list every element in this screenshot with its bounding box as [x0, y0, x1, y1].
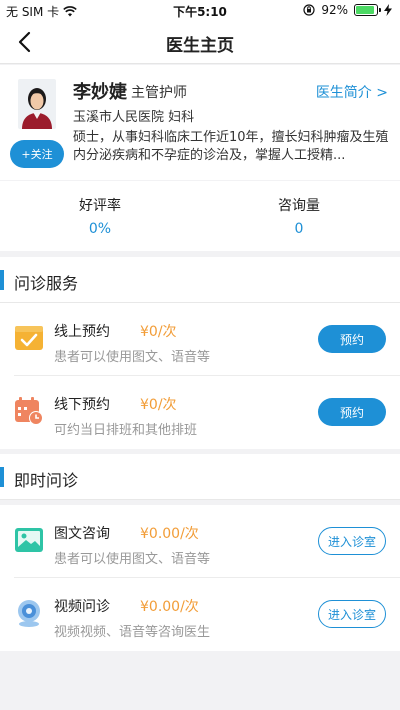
section-accent-bar [0, 270, 4, 290]
service-row-video-consult[interactable]: 视频问诊 ¥0.00/次 视频视频、语音等咨询医生 进入诊室 [14, 578, 400, 651]
appointment-service-list: 线上预约 ¥0/次 患者可以使用图文、语音等 预约 线下预约 ¥0/次 可约当日… [0, 303, 400, 449]
orientation-lock-icon [303, 4, 315, 16]
doctor-profile-card: +关注 李妙婕 主管护师 医生简介 > 玉溪市人民医院 妇科 硕士，从事妇科临床… [0, 65, 400, 180]
video-camera-icon [18, 600, 40, 627]
enter-room-image-button[interactable]: 进入诊室 [318, 527, 386, 555]
status-bar: 无 SIM 卡 下午5:10 92% [0, 0, 400, 20]
consult-label: 咨询量 [278, 198, 320, 214]
service-name: 线上预约 [54, 324, 110, 340]
doctor-title: 主管护师 [131, 85, 187, 101]
section-title: 即时问诊 [14, 471, 79, 490]
online-appointment-icon [15, 326, 43, 350]
service-row-online-appointment[interactable]: 线上预约 ¥0/次 患者可以使用图文、语音等 预约 [14, 303, 400, 376]
battery-percent: 92% [321, 3, 348, 17]
book-online-button[interactable]: 预约 [318, 325, 386, 353]
service-name: 线下预约 [54, 397, 110, 413]
consult-stat: 咨询量 0 [239, 195, 359, 237]
section-header-appointment: 问诊服务 [0, 257, 400, 303]
battery-icon [354, 4, 381, 16]
service-price: ¥0/次 [140, 397, 177, 413]
image-consult-icon [15, 528, 43, 552]
status-right: 92% [303, 3, 392, 17]
rating-label: 好评率 [79, 198, 121, 214]
stats-panel: 好评率 0% 咨询量 0 [0, 181, 400, 251]
section-title: 问诊服务 [14, 274, 79, 293]
service-desc: 患者可以使用图文、语音等 [54, 350, 211, 365]
battery-fill [356, 6, 375, 14]
doctor-avatar [18, 79, 56, 129]
service-desc: 视频视频、语音等咨询医生 [54, 625, 211, 640]
service-name: 视频问诊 [54, 599, 110, 615]
service-price: ¥0.00/次 [140, 599, 199, 615]
doctor-intro-link[interactable]: 医生简介 > [316, 82, 388, 102]
doctor-photo [18, 79, 56, 129]
charging-bolt-icon [384, 4, 392, 16]
service-desc: 可约当日排班和其他排班 [54, 423, 198, 438]
page-title: 医生主页 [166, 36, 234, 56]
consult-value: 0 [294, 221, 304, 237]
service-name: 图文咨询 [54, 526, 110, 542]
enter-room-video-button[interactable]: 进入诊室 [318, 600, 386, 628]
instant-service-list: 图文咨询 ¥0.00/次 患者可以使用图文、语音等 进入诊室 视频问诊 ¥0.0… [0, 505, 400, 651]
doctor-name: 李妙婕 [73, 82, 127, 103]
book-offline-button[interactable]: 预约 [318, 398, 386, 426]
service-price: ¥0.00/次 [140, 526, 199, 542]
service-row-offline-appointment[interactable]: 线下预约 ¥0/次 可约当日排班和其他排班 预约 [14, 376, 400, 449]
nav-bar: 医生主页 [0, 20, 400, 64]
follow-button[interactable]: +关注 [10, 140, 64, 168]
doctor-hospital: 玉溪市人民医院 妇科 [73, 110, 195, 125]
service-price: ¥0/次 [140, 324, 177, 340]
calendar-clock-icon [15, 397, 43, 425]
service-row-image-consult[interactable]: 图文咨询 ¥0.00/次 患者可以使用图文、语音等 进入诊室 [14, 505, 400, 578]
section-accent-bar [0, 467, 4, 487]
service-desc: 患者可以使用图文、语音等 [54, 552, 211, 567]
doctor-bio: 硕士，从事妇科临床工作近10年，擅长妇科肿瘤及生殖内分泌疾病和不孕症的诊治及，掌… [73, 130, 389, 163]
rating-value: 0% [88, 221, 112, 237]
rating-stat: 好评率 0% [40, 195, 160, 237]
section-header-instant: 即时问诊 [0, 454, 400, 500]
